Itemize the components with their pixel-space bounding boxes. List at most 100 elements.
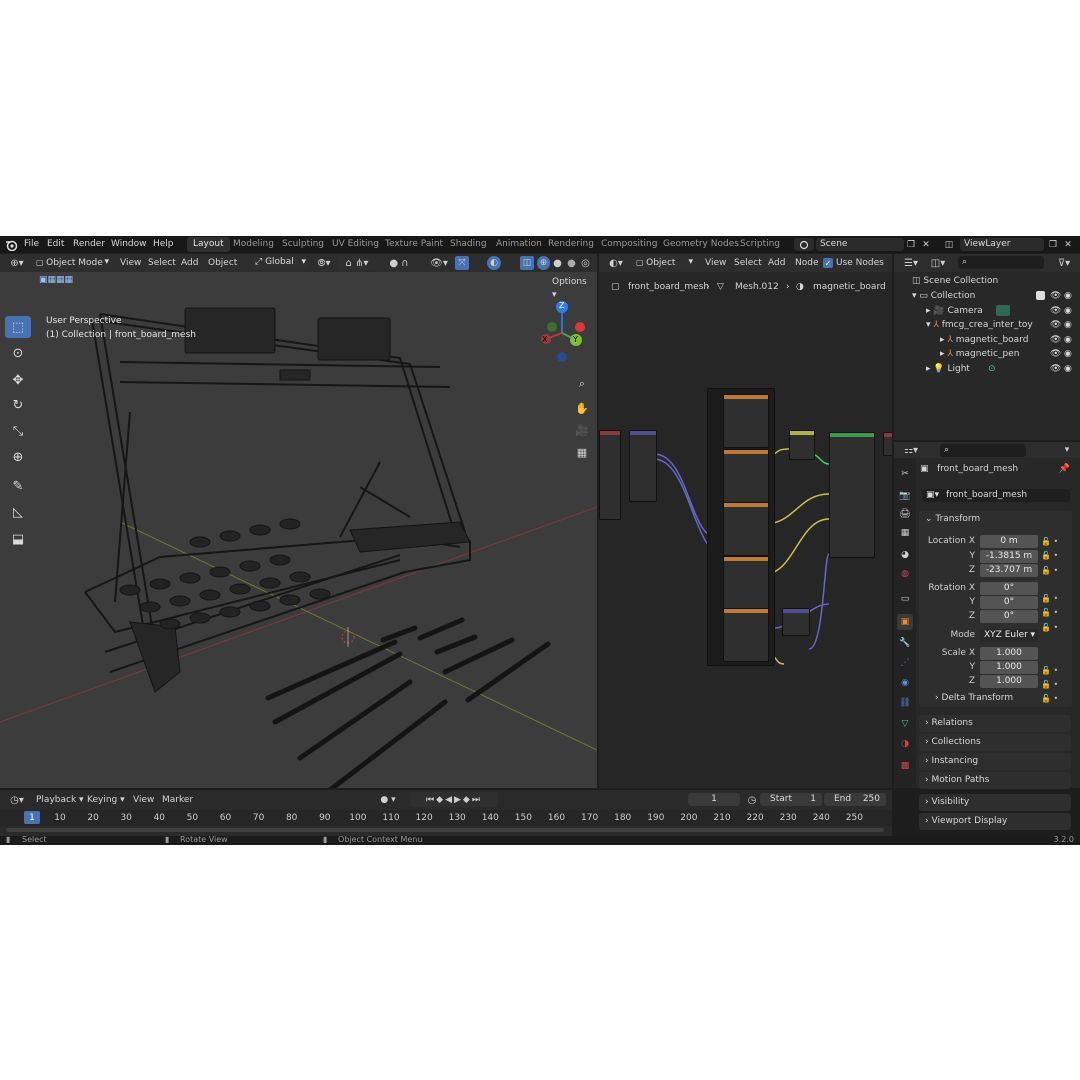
menu-window[interactable]: Window — [111, 239, 147, 249]
rotation-y-field[interactable]: 0° — [980, 596, 1038, 609]
scale-z-field[interactable]: 1.000 — [980, 675, 1038, 688]
mode-select[interactable]: ▢ Object Mode ▾ — [32, 256, 112, 269]
collection-row[interactable]: ▾ ▭ Collection 👁 ◉ — [912, 289, 1080, 303]
viewport-3d[interactable]: ⊕▾ ▢ Object Mode ▾ View Select Add Object… — [0, 254, 597, 788]
filter-icon[interactable]: ⊽▾ — [1054, 256, 1074, 270]
outliner-item-light[interactable]: ▸ 💡 Light ⊙ 👁 ◉ — [926, 362, 1080, 376]
tab-animation[interactable]: Animation — [490, 237, 548, 252]
panel-relations[interactable]: › Relations — [919, 715, 1071, 732]
perspective-grid-icon[interactable]: ▦ — [572, 442, 592, 462]
panel-motion-paths[interactable]: › Motion Paths — [919, 772, 1071, 789]
measure-tool[interactable]: ◺ — [5, 501, 31, 523]
material-tab-icon[interactable]: ◑ — [897, 736, 913, 752]
timeline-menu-keying[interactable]: Keying ▾ — [87, 793, 125, 807]
camera-render-icon[interactable]: ◉ — [1064, 362, 1072, 376]
tab-uv-editing[interactable]: UV Editing — [326, 237, 385, 252]
panel-instancing[interactable]: › Instancing — [919, 753, 1071, 770]
rotation-x-field[interactable]: 0° — [980, 582, 1038, 595]
eye-icon[interactable]: 👁 — [1050, 362, 1061, 376]
eye-icon[interactable]: 👁 — [1050, 318, 1061, 332]
editor-type-icon[interactable]: ⚏▾ — [900, 443, 922, 457]
solid-shading-icon[interactable]: ● — [551, 256, 564, 270]
tab-sculpting[interactable]: Sculpting — [276, 237, 330, 252]
delta-transform-header[interactable]: › Delta Transform — [935, 693, 1013, 703]
add-cube-tool[interactable]: ⬓ — [5, 528, 31, 550]
snap-icon[interactable]: ⌂ ⋔▾ — [338, 256, 376, 270]
camera-render-icon[interactable]: ◉ — [1064, 304, 1072, 318]
image-texture-node-3[interactable] — [723, 502, 769, 556]
data-tab-icon[interactable]: ▽ — [897, 716, 913, 732]
viewport-menu-object[interactable]: Object — [208, 256, 237, 270]
image-texture-node-1[interactable] — [723, 394, 769, 448]
lock-icons[interactable]: 🔓 • 🔓 • 🔓 • 🔓 • 🔓 • 🔓 • 🔓 • 🔓 • 🔓 • — [1041, 535, 1071, 703]
image-texture-node-5[interactable] — [723, 608, 769, 662]
view-layer-tab-icon[interactable]: ▦ — [897, 525, 913, 541]
location-y-field[interactable]: -1.3815 m — [980, 550, 1038, 563]
start-frame-field[interactable]: Start 1 — [760, 793, 822, 806]
mix-node[interactable] — [789, 430, 815, 460]
mapping-node[interactable] — [629, 430, 657, 502]
normal-map-node[interactable] — [782, 608, 810, 636]
render-tab-icon[interactable]: 📷 — [897, 488, 913, 504]
visibility-icon[interactable]: 👁▾ — [428, 256, 450, 270]
scale-x-field[interactable]: 1.000 — [980, 647, 1038, 660]
tab-texture-paint[interactable]: Texture Paint — [379, 237, 449, 252]
camera-render-icon[interactable]: ◉ — [1064, 347, 1072, 361]
outliner-item-magnetic-board[interactable]: ▸ ⅄ magnetic_board 👁 ◉ — [940, 333, 1080, 347]
world-tab-icon[interactable]: ◍ — [897, 566, 913, 582]
eye-icon[interactable]: 👁 — [1050, 333, 1061, 347]
modifier-tab-icon[interactable]: 🔧 — [897, 635, 913, 651]
object-tab-icon[interactable]: ▣ — [897, 614, 913, 630]
camera-render-icon[interactable]: ◉ — [1064, 289, 1072, 303]
close-view-layer-icon[interactable]: ✕ — [1062, 238, 1074, 251]
location-x-field[interactable]: 0 m — [980, 535, 1038, 548]
wireframe-shading-icon[interactable]: ⊕ — [537, 256, 550, 270]
scale-tool[interactable]: ⤡ — [5, 420, 31, 442]
material-output-node[interactable] — [883, 432, 892, 456]
properties-search-input[interactable]: ⌕ — [940, 444, 1026, 457]
tab-scripting[interactable]: Scripting — [734, 237, 786, 252]
end-frame-field[interactable]: End 250 — [824, 793, 886, 806]
menu-help[interactable]: Help — [153, 239, 174, 249]
view-layer-field[interactable]: ViewLayer — [960, 238, 1044, 251]
xray-icon[interactable]: ◫ — [520, 256, 534, 270]
view-layer-icon[interactable]: ◫ — [940, 238, 958, 251]
particles-tab-icon[interactable]: ⋰ — [897, 655, 913, 671]
overlay-toggle-icon[interactable]: ◐ — [487, 256, 501, 270]
editor-type-icon[interactable]: ⊕▾ — [6, 256, 28, 270]
copy-scene-icon[interactable]: ❐ — [904, 238, 918, 251]
copy-view-layer-icon[interactable]: ❐ — [1046, 238, 1060, 251]
tab-compositing[interactable]: Compositing — [595, 237, 663, 252]
annotate-tool[interactable]: ✎ — [5, 475, 31, 497]
viewport-menu-select[interactable]: Select — [148, 256, 176, 270]
outliner-item-camera[interactable]: ▸ 🎥 Camera 👁 ◉ — [926, 304, 1080, 318]
transform-tool[interactable]: ⊕ — [5, 446, 31, 468]
texture-tab-icon[interactable]: ▩ — [897, 758, 913, 774]
timeline-menu-view[interactable]: View — [133, 793, 154, 807]
chevron-down-icon[interactable]: ▾ — [1060, 443, 1074, 457]
shader-node-editor[interactable]: ◐▾ ▢ Object ▾ View Select Add Node ✓ Use … — [599, 254, 892, 788]
output-tab-icon[interactable]: 🖨 — [897, 506, 913, 522]
tab-shading[interactable]: Shading — [444, 237, 493, 252]
close-scene-icon[interactable]: ✕ — [920, 238, 932, 251]
editor-type-icon[interactable]: ☰▾ — [900, 256, 922, 270]
outliner-item-magnetic-pen[interactable]: ▸ ⅄ magnetic_pen 👁 ◉ — [940, 347, 1080, 361]
collection-tab-icon[interactable]: ▭ — [897, 591, 913, 607]
rotate-tool[interactable]: ↻ — [5, 394, 31, 416]
eye-icon[interactable]: 👁 — [1050, 304, 1061, 318]
checkbox-icon[interactable] — [1036, 291, 1045, 300]
current-frame-field[interactable]: 1 — [688, 793, 740, 806]
outliner-search-input[interactable]: ⌕ — [958, 256, 1044, 269]
panel-collections[interactable]: › Collections — [919, 734, 1071, 751]
pin-icon[interactable]: 📌 — [1059, 464, 1070, 474]
viewport-menu-view[interactable]: View — [120, 256, 141, 270]
constraints-tab-icon[interactable]: ⛓ — [897, 695, 913, 711]
image-texture-node-2[interactable] — [723, 449, 769, 503]
camera-render-icon[interactable]: ◉ — [1064, 318, 1072, 332]
orientation-select[interactable]: ⤢ Global ▾ — [251, 256, 309, 269]
tab-rendering[interactable]: Rendering — [542, 237, 600, 252]
principled-bsdf-node[interactable] — [829, 432, 875, 558]
scene-field[interactable]: Scene — [816, 238, 904, 251]
location-z-field[interactable]: -23.707 m — [980, 564, 1038, 577]
camera-render-icon[interactable]: ◉ — [1064, 333, 1072, 347]
